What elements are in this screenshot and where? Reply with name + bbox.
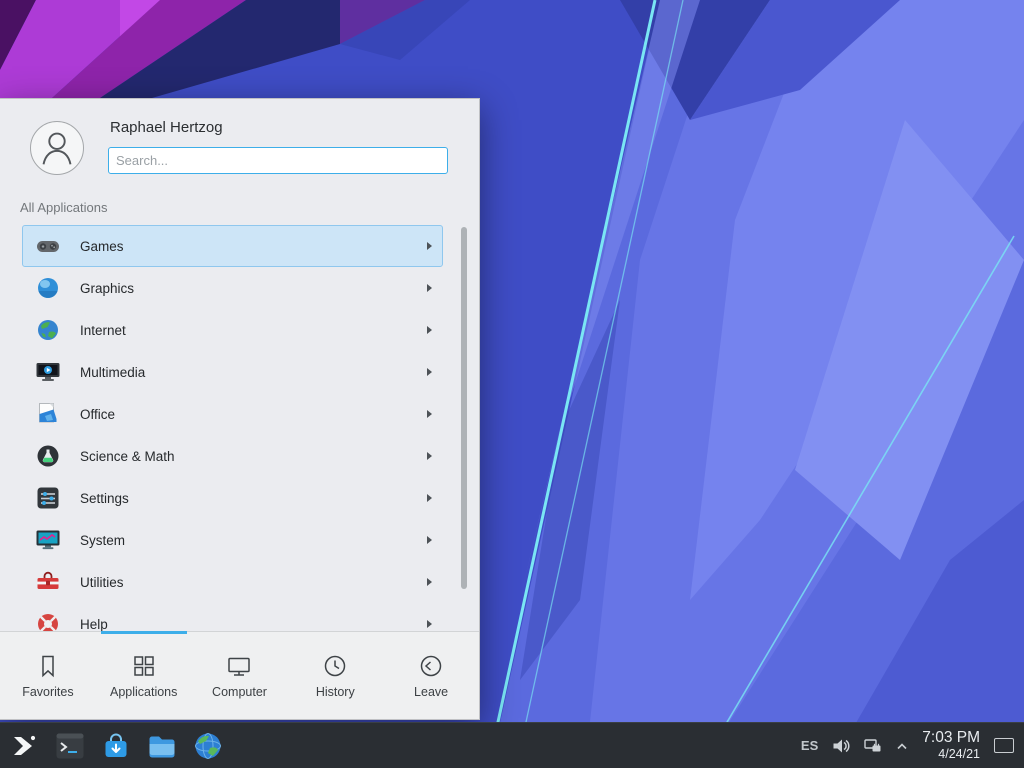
- clock-time: 7:03 PM: [922, 729, 980, 747]
- science-icon: [35, 443, 61, 469]
- tab-label: Applications: [110, 685, 177, 699]
- tab-leave[interactable]: Leave: [383, 632, 479, 719]
- category-label: Utilities: [80, 575, 124, 590]
- taskbar: ES: [0, 722, 1024, 768]
- keyboard-layout-indicator[interactable]: ES: [801, 738, 818, 753]
- tab-history[interactable]: History: [287, 632, 383, 719]
- leave-icon: [417, 652, 445, 680]
- show-desktop-button[interactable]: [994, 738, 1014, 753]
- tab-applications[interactable]: Applications: [96, 632, 192, 719]
- launcher-tabbar: Favorites Applications: [0, 631, 479, 719]
- submenu-arrow-icon: [427, 452, 432, 460]
- submenu-arrow-icon: [427, 368, 432, 376]
- submenu-arrow-icon: [427, 284, 432, 292]
- category-science-math[interactable]: Science & Math: [22, 435, 443, 477]
- search-input[interactable]: [108, 147, 448, 174]
- avatar[interactable]: [30, 121, 84, 175]
- grid-icon: [130, 652, 158, 680]
- expand-panel-icon[interactable]: [896, 742, 908, 750]
- web-browser-icon[interactable]: [192, 730, 224, 762]
- system-tray: ES: [801, 729, 1024, 762]
- user-name: Raphael Hertzog: [110, 119, 223, 136]
- help-icon: [35, 611, 61, 631]
- category-system[interactable]: System: [22, 519, 443, 561]
- category-label: Graphics: [80, 281, 134, 296]
- desktop: Raphael Hertzog All Applications Game: [0, 0, 1024, 768]
- category-help[interactable]: Help: [22, 603, 443, 631]
- category-office[interactable]: Office: [22, 393, 443, 435]
- bookmark-icon: [34, 652, 62, 680]
- settings-icon: [35, 485, 61, 511]
- category-label: Multimedia: [80, 365, 145, 380]
- clock-icon: [321, 652, 349, 680]
- category-games[interactable]: Games: [22, 225, 443, 267]
- category-multimedia[interactable]: Multimedia: [22, 351, 443, 393]
- system-icon: [35, 527, 61, 553]
- section-label: All Applications: [20, 200, 107, 215]
- games-icon: [35, 233, 61, 259]
- application-launcher-menu: Raphael Hertzog All Applications Game: [0, 98, 480, 720]
- category-settings[interactable]: Settings: [22, 477, 443, 519]
- category-label: Science & Math: [80, 449, 175, 464]
- tab-label: Favorites: [22, 685, 73, 699]
- office-icon: [35, 401, 61, 427]
- terminal-icon[interactable]: [54, 730, 86, 762]
- file-manager-icon[interactable]: [146, 730, 178, 762]
- software-center-icon[interactable]: [100, 730, 132, 762]
- computer-icon: [225, 652, 253, 680]
- submenu-arrow-icon: [427, 494, 432, 502]
- utilities-icon: [35, 569, 61, 595]
- user-icon: [31, 122, 83, 174]
- category-label: Internet: [80, 323, 126, 338]
- category-label: Help: [80, 617, 108, 632]
- internet-icon: [35, 317, 61, 343]
- multimedia-icon: [35, 359, 61, 385]
- category-list: Games Graphics: [0, 219, 479, 631]
- category-utilities[interactable]: Utilities: [22, 561, 443, 603]
- category-label: Settings: [80, 491, 129, 506]
- application-launcher-icon[interactable]: [8, 730, 40, 762]
- submenu-arrow-icon: [427, 242, 432, 250]
- tab-label: Leave: [414, 685, 448, 699]
- submenu-arrow-icon: [427, 620, 432, 628]
- tab-favorites[interactable]: Favorites: [0, 632, 96, 719]
- category-internet[interactable]: Internet: [22, 309, 443, 351]
- submenu-arrow-icon: [427, 578, 432, 586]
- category-label: Office: [80, 407, 115, 422]
- scrollbar[interactable]: [461, 227, 467, 589]
- submenu-arrow-icon: [427, 410, 432, 418]
- wired-network-icon[interactable]: [864, 737, 882, 755]
- volume-icon[interactable]: [832, 737, 850, 755]
- submenu-arrow-icon: [427, 326, 432, 334]
- category-label: System: [80, 533, 125, 548]
- submenu-arrow-icon: [427, 536, 432, 544]
- tab-computer[interactable]: Computer: [192, 632, 288, 719]
- category-graphics[interactable]: Graphics: [22, 267, 443, 309]
- graphics-icon: [35, 275, 61, 301]
- tab-label: History: [316, 685, 355, 699]
- digital-clock[interactable]: 7:03 PM 4/24/21: [922, 729, 980, 762]
- clock-date: 4/24/21: [922, 747, 980, 762]
- tab-label: Computer: [212, 685, 267, 699]
- category-label: Games: [80, 239, 124, 254]
